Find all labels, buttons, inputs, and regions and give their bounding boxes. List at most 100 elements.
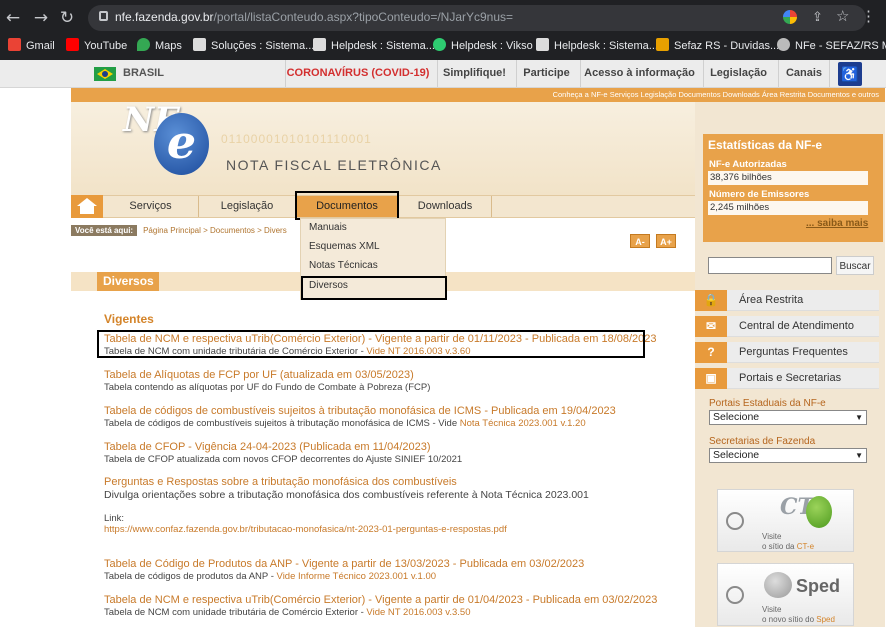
gov-bar: BRASIL CORONAVÍRUS (COVID-19) Simplifiqu…: [0, 60, 886, 88]
saiba-mais-link[interactable]: ... saiba mais: [806, 218, 868, 229]
site-icon: [313, 38, 326, 51]
simplifique-link[interactable]: Simplifique!: [437, 60, 511, 87]
top-links[interactable]: Conheça a NF-e Serviços Legislação Docum…: [71, 88, 885, 102]
search-button[interactable]: Buscar: [836, 256, 874, 275]
item-link[interactable]: Nota Técnica 2023.001 v.1.20: [460, 418, 586, 429]
highlight-box-diversos: [301, 276, 447, 300]
item-desc: Tabela de NCM com unidade tributária de …: [104, 607, 471, 618]
bookmark-youtube[interactable]: YouTube: [66, 37, 127, 55]
stats-title: Estatísticas da NF-e: [708, 138, 823, 152]
site-icon: [536, 38, 549, 51]
google-icon[interactable]: [783, 10, 797, 24]
lock-icon: 🔒: [695, 290, 727, 311]
cte-logo-icon: [806, 496, 832, 528]
site-header: NF e 01100001010101110001 NOTA FISCAL EL…: [71, 88, 695, 195]
portal-icon: ▣: [695, 368, 727, 389]
browser-chrome: ← → ↻ nfe.fazenda.gov.br/portal/listaCon…: [0, 0, 886, 60]
item-title[interactable]: Tabela de Código de Produtos da ANP - Vi…: [104, 558, 584, 570]
bookmark-helpdesk-vikso[interactable]: Helpdesk : Vikso: [433, 37, 533, 55]
share-icon[interactable]: ⇪: [812, 9, 823, 25]
canais-link[interactable]: Canais: [778, 60, 830, 87]
chevron-down-icon: ▼: [855, 451, 863, 460]
emitters-label: Número de Emissores: [709, 189, 810, 200]
url-path: /portal/listaConteudo.aspx?tipoConteudo=…: [213, 10, 514, 24]
chevron-down-icon: ▼: [855, 413, 863, 422]
lock-icon: [99, 11, 108, 21]
link-label: Link:: [104, 513, 125, 524]
item-title[interactable]: Tabela de NCM e respectiva uTrib(Comérci…: [104, 594, 657, 606]
site-title: NOTA FISCAL ELETRÔNICA: [226, 157, 442, 173]
item-title[interactable]: Tabela de CFOP - Vigência 24-04-2023 (Pu…: [104, 441, 431, 453]
dropdown-esquemas-xml[interactable]: Esquemas XML: [309, 241, 380, 252]
brasil-link[interactable]: BRASIL: [123, 60, 164, 87]
mail-icon: ✉: [695, 316, 727, 337]
sped-logo: Sped: [796, 576, 841, 596]
item-desc: Tabela contendo as alíquotas por UF do F…: [104, 382, 431, 393]
nav-servicos[interactable]: Serviços: [103, 196, 199, 217]
secretarias-select[interactable]: Selecione ▼: [709, 448, 867, 463]
item-desc: Tabela de códigos de produtos da ANP - V…: [104, 571, 437, 582]
item-title[interactable]: Perguntas e Respostas sobre a tributação…: [104, 476, 457, 488]
gmail-icon: [8, 38, 21, 51]
bookmark-solucoes[interactable]: Soluções : Sistema...: [193, 37, 314, 55]
reload-icon[interactable]: ↻: [56, 7, 78, 29]
forward-icon[interactable]: →: [30, 7, 52, 29]
address-bar[interactable]: nfe.fazenda.gov.br/portal/listaConteudo.…: [88, 5, 866, 31]
central-atendimento-button[interactable]: ✉ Central de Atendimento: [695, 316, 879, 337]
link-url[interactable]: https://www.confaz.fazenda.gov.br/tribut…: [104, 524, 507, 535]
covid-link[interactable]: CORONAVÍRUS (COVID-19): [285, 60, 430, 87]
bookmark-helpdesk-1[interactable]: Helpdesk : Sistema...: [313, 37, 435, 55]
dropdown-notas-tecnicas[interactable]: Notas Técnicas: [309, 260, 378, 271]
bookmark-helpdesk-2[interactable]: Helpdesk : Sistema...: [536, 37, 658, 55]
home-icon[interactable]: [71, 195, 103, 218]
bookmark-nfe-sefaz[interactable]: NFe - SEFAZ/RS Mo...: [777, 37, 886, 55]
star-icon[interactable]: ☆: [836, 7, 849, 25]
legislacao-link[interactable]: Legislação: [703, 60, 773, 87]
brazil-flag-icon: [94, 67, 116, 81]
back-icon[interactable]: ←: [2, 7, 24, 29]
youtube-icon: [66, 38, 79, 51]
maps-icon: [137, 38, 150, 51]
highlight-box-documentos: [295, 191, 399, 220]
perguntas-frequentes-button[interactable]: ? Perguntas Frequentes: [695, 342, 879, 363]
site-icon: [193, 38, 206, 51]
breadcrumb: Você está aqui: Página Principal > Docume…: [71, 225, 287, 236]
breadcrumb-path[interactable]: Página Principal > Documentos > Divers: [143, 226, 287, 235]
font-decrease-button[interactable]: A-: [630, 234, 650, 248]
item-desc: Divulga orientações sobre a tributação m…: [104, 489, 589, 501]
question-icon: ?: [695, 342, 727, 363]
search-input[interactable]: [708, 257, 832, 274]
participe-link[interactable]: Participe: [516, 60, 576, 87]
bookmark-sefaz-rs[interactable]: Sefaz RS - Duvidas...: [656, 37, 779, 55]
item-desc: Tabela de códigos de combustíveis sujeit…: [104, 418, 586, 429]
item-title[interactable]: Tabela de códigos de combustíveis sujeit…: [104, 405, 616, 417]
logo-e: e: [154, 113, 209, 175]
sefaz-icon: [656, 38, 669, 51]
url-host: nfe.fazenda.gov.br: [115, 10, 214, 24]
bookmark-maps[interactable]: Maps: [137, 37, 182, 55]
portais-secretarias-button[interactable]: ▣ Portais e Secretarias: [695, 368, 879, 389]
bookmark-gmail[interactable]: Gmail: [8, 37, 55, 55]
menu-icon[interactable]: ⋮: [861, 7, 876, 25]
highlight-box-item: [97, 330, 645, 358]
sped-portal-banner[interactable]: Sped Visite o novo sítio do Sped: [717, 563, 854, 626]
acesso-informacao-link[interactable]: Acesso à informação: [580, 60, 698, 87]
nav-legislacao[interactable]: Legislação: [199, 196, 296, 217]
portais-select[interactable]: Selecione ▼: [709, 410, 867, 425]
portais-label: Portais Estaduais da NF-e: [709, 398, 826, 409]
emitters-value: 2,245 milhões: [708, 201, 868, 215]
item-title[interactable]: Tabela de Alíquotas de FCP por UF (atual…: [104, 369, 414, 381]
globe-icon: [726, 586, 744, 604]
accessibility-icon[interactable]: ♿: [838, 62, 862, 86]
section-title: Diversos: [97, 272, 159, 291]
item-link[interactable]: Vide NT 2016.003 v.3.50: [366, 607, 470, 618]
item-link[interactable]: Vide Informe Técnico 2023.001 v.1.00: [277, 571, 437, 582]
cte-portal-banner[interactable]: CT Visite o sítio da CT-e: [717, 489, 854, 552]
sped-text: Visite o novo sítio do Sped: [762, 605, 835, 624]
nav-downloads[interactable]: Downloads: [399, 196, 492, 217]
secretarias-label: Secretarias de Fazenda: [709, 436, 816, 447]
area-restrita-button[interactable]: 🔒 Área Restrita: [695, 290, 879, 311]
breadcrumb-label: Você está aqui:: [71, 225, 138, 236]
font-increase-button[interactable]: A+: [656, 234, 676, 248]
dropdown-manuais[interactable]: Manuais: [309, 222, 347, 233]
